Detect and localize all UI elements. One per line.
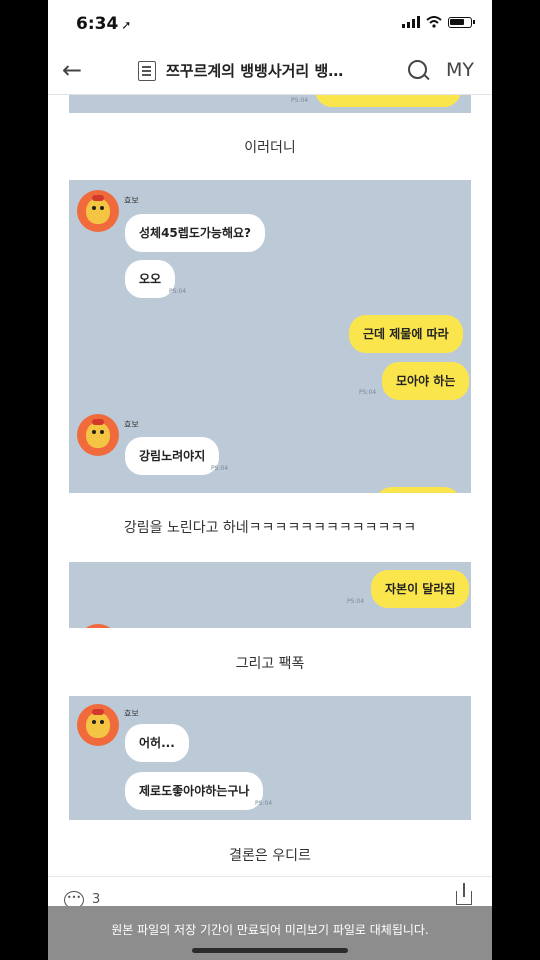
- chat-screenshot: 자본이 달라짐 PS:04: [69, 562, 471, 628]
- status-icons: [402, 16, 475, 28]
- message-meta: PS:04: [291, 97, 309, 104]
- message-meta: PS:04: [359, 389, 377, 396]
- app-header: ← 쯔꾸르계의 뱅뱅사거리 뱅… MY: [48, 48, 492, 95]
- message-meta: PS:04: [169, 288, 187, 295]
- chat-bubble-yellow: 근데 제물에 따라: [349, 315, 463, 353]
- status-bar: 6:34 ➚: [48, 0, 492, 48]
- chat-bubble-yellow-partial: [375, 487, 461, 493]
- home-indicator[interactable]: [192, 948, 348, 953]
- post-title: 쯔꾸르계의 뱅뱅사거리 뱅…: [166, 62, 344, 80]
- message-meta: PS:04: [347, 598, 365, 605]
- chat-screenshot-top: PS:04: [69, 95, 471, 113]
- chat-screenshot: 효보 어허... 제로도좋아야하는구나 PS:04: [69, 696, 471, 820]
- post-caption: 이러더니: [244, 140, 296, 156]
- signal-icon: [402, 16, 420, 28]
- avatar: [77, 704, 119, 746]
- post-content: PS:04 이러더니 효보 성체45렙도가능해요? 오오 PS:04 근데 제물…: [48, 95, 492, 875]
- status-time: 6:34 ➚: [76, 14, 131, 34]
- chat-screenshot: 효보 성체45렙도가능해요? 오오 PS:04 근데 제물에 따라 모아야 하는…: [69, 180, 471, 493]
- document-icon: [138, 61, 156, 81]
- message-meta: PS:04: [255, 800, 273, 807]
- post-caption: 결론은 우디르: [229, 848, 311, 864]
- avatar: [77, 414, 119, 456]
- toast-notice: 원본 파일의 저장 기간이 만료되어 미리보기 파일로 대체됩니다.: [48, 906, 492, 960]
- chat-bubble: 강림노려야지: [125, 437, 220, 475]
- battery-icon: [448, 16, 475, 28]
- chat-bubble-yellow: 자본이 달라짐: [371, 570, 470, 608]
- post-caption: 강림을 노린다고 하네ㅋㅋㅋㅋㅋㅋㅋㅋㅋㅋㅋㅋㅋ: [123, 520, 417, 536]
- share-icon[interactable]: [456, 883, 472, 905]
- chat-bubble: 어허...: [125, 724, 189, 762]
- wifi-icon: [426, 16, 442, 28]
- chat-bubble-yellow-partial: [315, 95, 461, 107]
- message-meta: PS:04: [211, 465, 229, 472]
- search-icon[interactable]: [408, 60, 427, 79]
- sender-name: 효보: [124, 709, 139, 718]
- chat-bubble-yellow: 모아야 하는: [382, 362, 470, 400]
- chat-bubble: 오오: [125, 260, 176, 298]
- location-arrow-icon: ➚: [121, 18, 132, 32]
- status-time-text: 6:34: [76, 14, 119, 34]
- back-arrow-icon[interactable]: ←: [62, 56, 82, 84]
- avatar: [77, 190, 119, 232]
- chat-bubble: 성체45렙도가능해요?: [125, 214, 265, 252]
- post-caption: 그리고 팩폭: [235, 656, 305, 672]
- comment-count[interactable]: 3: [92, 892, 100, 907]
- toast-message: 원본 파일의 저장 기간이 만료되어 미리보기 파일로 대체됩니다.: [111, 923, 429, 937]
- phone-screen: 6:34 ➚ ← 쯔꾸르계의 뱅뱅사거리 뱅… MY PS:04 이러더니 효보 …: [48, 0, 492, 960]
- chat-bubble: 제로도좋아야하는구나: [125, 772, 264, 810]
- sender-name: 효보: [124, 420, 139, 429]
- my-button[interactable]: MY: [446, 59, 474, 81]
- avatar-partial: [77, 624, 119, 628]
- sender-name: 효보: [124, 196, 139, 205]
